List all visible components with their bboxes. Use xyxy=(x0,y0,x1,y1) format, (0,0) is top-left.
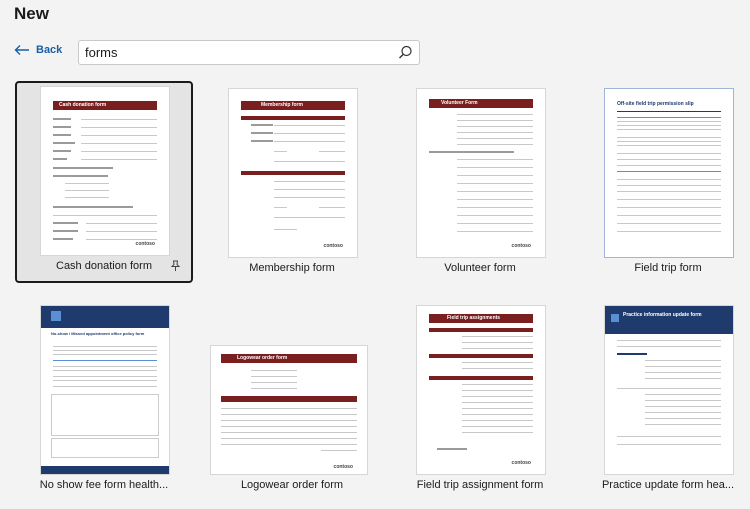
template-label: Membership form xyxy=(249,262,335,274)
template-thumbnail: Cash donation form contoso xyxy=(40,86,170,256)
template-card-field-trip-assignment[interactable]: Field trip assignments contoso Field tri… xyxy=(391,300,569,502)
search-icon[interactable] xyxy=(398,45,413,60)
thumb-heading: Logowear order form xyxy=(237,355,288,361)
thumb-heading: Off-site field trip permission slip xyxy=(617,101,694,107)
template-card-logowear[interactable]: Logowear order form contoso Logowear ord… xyxy=(203,300,381,502)
arrow-left-icon xyxy=(14,45,29,55)
thumb-heading: Field trip assignments xyxy=(447,315,501,321)
template-thumbnail: No-show / Missed appointment office poli… xyxy=(40,305,170,475)
page-title: New xyxy=(14,4,49,23)
template-label: No show fee form health... xyxy=(39,479,169,491)
search-box xyxy=(78,40,420,65)
template-card-cash-donation[interactable]: Cash donation form contoso Cash donation… xyxy=(15,81,193,283)
template-label: Volunteer form xyxy=(444,262,516,274)
thumb-heading: Practice information update form xyxy=(623,312,702,318)
template-thumbnail: Field trip assignments contoso xyxy=(416,305,546,475)
pin-icon[interactable] xyxy=(170,260,181,272)
template-label: Field trip assignment form xyxy=(416,479,544,491)
back-label: Back xyxy=(36,44,63,56)
template-card-no-show-fee[interactable]: No-show / Missed appointment office poli… xyxy=(15,300,193,502)
thumb-logo: contoso xyxy=(135,241,155,247)
template-thumbnail: Logowear order form contoso xyxy=(210,345,368,475)
thumb-logo: contoso xyxy=(511,460,531,466)
thumb-heading: Volunteer Form xyxy=(441,100,478,106)
template-card-practice-update[interactable]: Practice information update form Practic… xyxy=(579,300,750,502)
template-label: Logowear order form xyxy=(240,479,344,491)
template-label: Cash donation form xyxy=(56,260,152,272)
thumb-heading: Membership form xyxy=(261,102,303,108)
back-button[interactable]: Back xyxy=(14,44,62,56)
thumb-heading: No-show / Missed appointment office poli… xyxy=(51,331,145,336)
thumb-heading: Cash donation form xyxy=(59,102,107,108)
template-thumbnail: Volunteer Form contoso xyxy=(416,88,546,258)
template-card-field-trip[interactable]: Off-site field trip permission slip Fiel… xyxy=(579,83,750,285)
template-card-volunteer[interactable]: Volunteer Form contoso Volunteer form xyxy=(391,83,569,285)
template-thumbnail: Membership form contoso xyxy=(228,88,358,258)
thumb-logo: contoso xyxy=(511,243,531,249)
thumb-logo: contoso xyxy=(323,243,343,249)
template-card-membership[interactable]: Membership form contoso Membership form xyxy=(203,83,381,285)
template-label: Field trip form xyxy=(634,262,702,274)
template-label: Practice update form hea... xyxy=(601,479,735,491)
thumb-logo: contoso xyxy=(333,464,353,470)
template-thumbnail: Practice information update form xyxy=(604,305,734,475)
template-thumbnail: Off-site field trip permission slip xyxy=(604,88,734,258)
search-input[interactable] xyxy=(85,45,385,60)
